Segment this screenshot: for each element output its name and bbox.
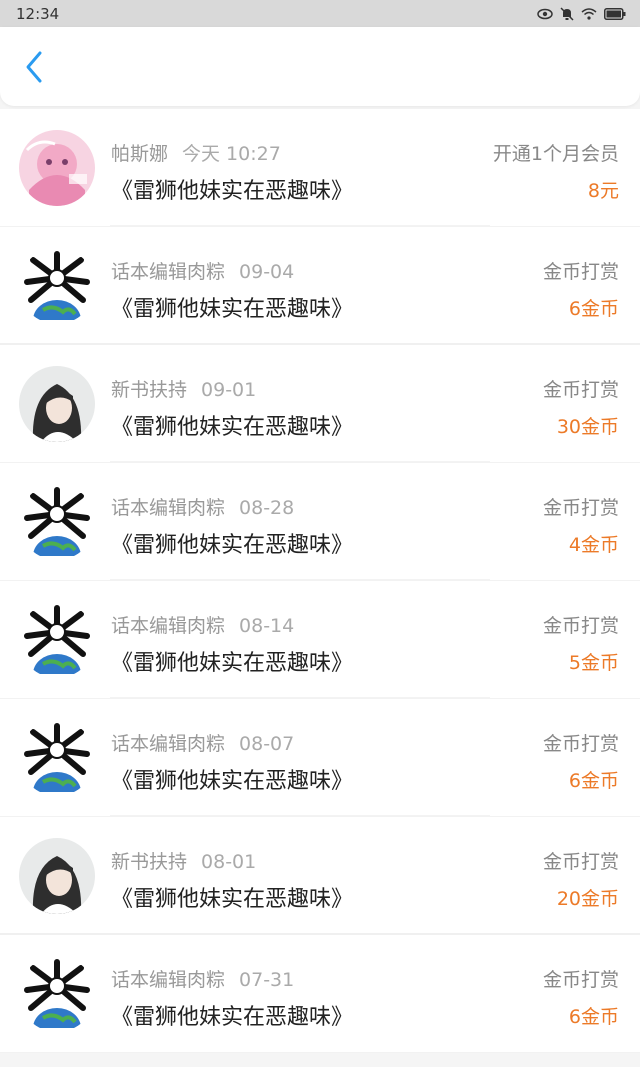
list-item[interactable]: 话本编辑肉粽 08-14 《雷狮他妹实在恶趣味》 金币打赏 5金币 [0, 581, 640, 699]
eye-icon [537, 8, 553, 20]
status-icons [537, 6, 626, 21]
record-type: 金币打赏 [542, 615, 619, 637]
list-item[interactable]: 新书扶持 09-01 《雷狮他妹实在恶趣味》 金币打赏 30金币 [0, 345, 640, 463]
list-item[interactable]: 话本编辑肉粽 08-28 《雷狮他妹实在恶趣味》 金币打赏 4金币 [0, 463, 640, 581]
avatar[interactable] [19, 484, 95, 560]
book-title: 《雷狮他妹实在恶趣味》 [111, 297, 354, 322]
book-title: 《雷狮他妹实在恶趣味》 [111, 651, 354, 676]
list-item[interactable]: 话本编辑肉粽 09-04 《雷狮他妹实在恶趣味》 金币打赏 6金币 [0, 227, 640, 345]
book-title: 《雷狮他妹实在恶趣味》 [111, 533, 354, 558]
user-name: 话本编辑肉粽 [111, 261, 226, 283]
divider [110, 461, 490, 462]
divider [110, 697, 490, 698]
user-name: 话本编辑肉粽 [111, 733, 226, 755]
record-type: 金币打赏 [542, 969, 619, 991]
list-item[interactable]: 话本编辑肉粽 07-31 《雷狮他妹实在恶趣味》 金币打赏 6金币 [0, 935, 640, 1053]
record-date: 08-14 [239, 615, 295, 637]
book-title: 《雷狮他妹实在恶趣味》 [111, 179, 354, 204]
status-bar: 12:34 [0, 0, 640, 27]
record-meta: 帕斯娜 今天 10:27 [111, 139, 281, 166]
wifi-icon [581, 7, 597, 20]
book-title: 《雷狮他妹实在恶趣味》 [111, 415, 354, 440]
record-amount: 4金币 [568, 534, 619, 556]
status-time: 12:34 [16, 4, 60, 23]
record-amount: 30金币 [556, 416, 619, 438]
divider [110, 815, 490, 816]
user-name: 话本编辑肉粽 [111, 969, 226, 991]
record-amount: 5金币 [568, 652, 619, 674]
user-name: 话本编辑肉粽 [111, 497, 226, 519]
avatar[interactable] [19, 130, 95, 206]
list-item[interactable]: 新书扶持 08-01 《雷狮他妹实在恶趣味》 金币打赏 20金币 [0, 817, 640, 935]
record-date: 09-01 [201, 379, 257, 401]
user-name: 新书扶持 [111, 379, 188, 401]
record-type: 金币打赏 [542, 379, 619, 401]
record-meta: 话本编辑肉粽 08-14 [111, 611, 294, 638]
record-meta: 话本编辑肉粽 08-28 [111, 493, 294, 520]
avatar[interactable] [19, 720, 95, 796]
record-meta: 新书扶持 08-01 [111, 847, 256, 874]
record-date: 08-01 [201, 851, 257, 873]
book-title: 《雷狮他妹实在恶趣味》 [111, 887, 354, 912]
battery-icon [604, 7, 626, 20]
record-type: 金币打赏 [542, 261, 619, 283]
divider [110, 579, 490, 580]
record-amount: 6金币 [568, 1006, 619, 1028]
record-date: 07-31 [239, 969, 295, 991]
list-item[interactable]: 帕斯娜 今天 10:27 《雷狮他妹实在恶趣味》 开通1个月会员 8元 [0, 109, 640, 227]
user-name: 新书扶持 [111, 851, 188, 873]
record-amount: 6金币 [568, 770, 619, 792]
record-amount: 6金币 [568, 298, 619, 320]
avatar[interactable] [19, 838, 95, 914]
record-date: 08-28 [239, 497, 295, 519]
record-date: 09-04 [239, 261, 295, 283]
record-date: 今天 10:27 [182, 143, 281, 165]
record-amount: 8元 [587, 180, 619, 202]
mute-bell-icon [560, 6, 574, 21]
record-type: 金币打赏 [542, 733, 619, 755]
record-amount: 20金币 [556, 888, 619, 910]
record-meta: 话本编辑肉粽 09-04 [111, 257, 294, 284]
user-name: 帕斯娜 [111, 143, 169, 165]
record-type: 金币打赏 [542, 851, 619, 873]
avatar[interactable] [19, 956, 95, 1032]
record-type: 金币打赏 [542, 497, 619, 519]
list-item[interactable]: 话本编辑肉粽 08-07 《雷狮他妹实在恶趣味》 金币打赏 6金币 [0, 699, 640, 817]
record-meta: 新书扶持 09-01 [111, 375, 256, 402]
chevron-left-icon [24, 50, 44, 88]
avatar[interactable] [19, 248, 95, 324]
user-name: 话本编辑肉粽 [111, 615, 226, 637]
record-date: 08-07 [239, 733, 295, 755]
income-record-list: 帕斯娜 今天 10:27 《雷狮他妹实在恶趣味》 开通1个月会员 8元 话本编辑… [0, 109, 640, 1053]
avatar[interactable] [19, 366, 95, 442]
top-bar [0, 27, 640, 106]
back-button[interactable] [18, 51, 50, 87]
record-type: 开通1个月会员 [492, 143, 619, 165]
avatar[interactable] [19, 602, 95, 678]
book-title: 《雷狮他妹实在恶趣味》 [111, 769, 354, 794]
book-title: 《雷狮他妹实在恶趣味》 [111, 1005, 354, 1030]
record-meta: 话本编辑肉粽 08-07 [111, 729, 294, 756]
divider [110, 225, 490, 226]
record-meta: 话本编辑肉粽 07-31 [111, 965, 294, 992]
